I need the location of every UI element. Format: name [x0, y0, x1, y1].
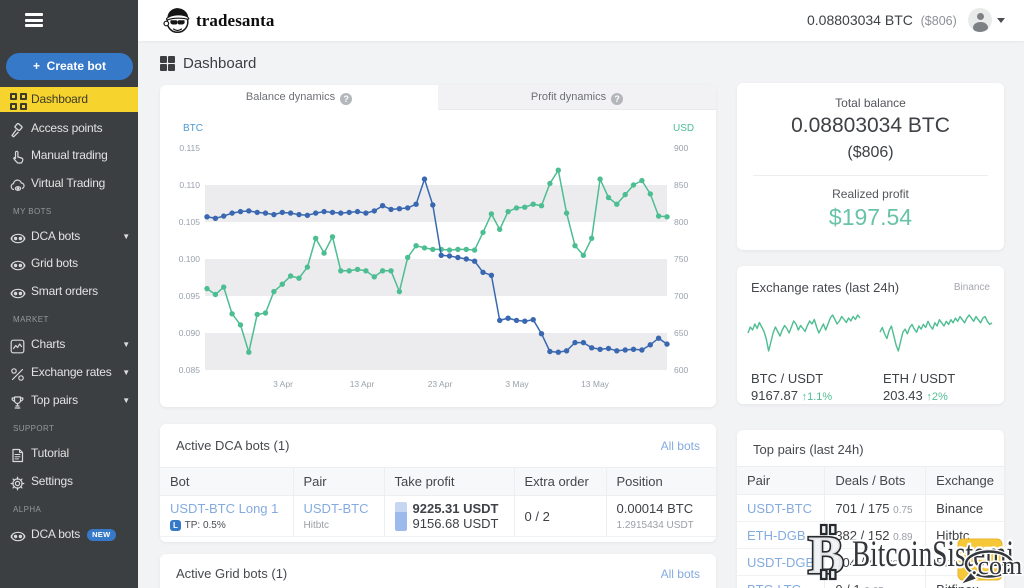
svg-text:23 Apr: 23 Apr: [428, 379, 453, 389]
svg-text:0.090: 0.090: [179, 328, 201, 338]
svg-text:0.100: 0.100: [179, 254, 201, 264]
svg-text:0.110: 0.110: [179, 180, 200, 190]
svg-text:0.105: 0.105: [179, 217, 201, 227]
svg-text:3 May: 3 May: [505, 379, 529, 389]
svg-text:13 Apr: 13 Apr: [350, 379, 375, 389]
svg-text:800: 800: [674, 217, 688, 227]
svg-text:USD: USD: [673, 123, 694, 134]
svg-text:900: 900: [674, 143, 688, 153]
svg-text:700: 700: [674, 291, 688, 301]
svg-text:750: 750: [674, 254, 688, 264]
svg-text:650: 650: [674, 328, 688, 338]
svg-text:0.115: 0.115: [179, 143, 200, 153]
svg-text:850: 850: [674, 180, 688, 190]
svg-text:600: 600: [674, 365, 688, 375]
svg-text:.com: .com: [971, 551, 1022, 580]
svg-text:13 May: 13 May: [581, 379, 610, 389]
svg-text:0.085: 0.085: [179, 365, 201, 375]
svg-text:3 Apr: 3 Apr: [273, 379, 293, 389]
svg-text:0.095: 0.095: [179, 291, 201, 301]
svg-text:BTC: BTC: [183, 123, 203, 134]
